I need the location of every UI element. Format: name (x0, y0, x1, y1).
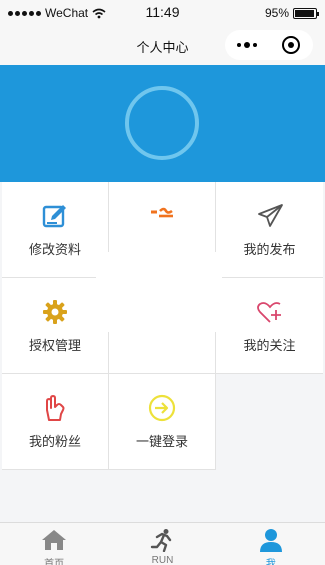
feedback-icon (151, 207, 173, 218)
menu-label: 一键登录 (135, 434, 188, 449)
more-icon (237, 42, 257, 48)
menu-label: 我的发布 (243, 242, 296, 257)
menu-my-follows[interactable]: 我的关注 (216, 278, 323, 374)
heart-plus-icon (256, 302, 281, 323)
menu-quick-login[interactable]: 一键登录 (109, 374, 216, 470)
tab-label: 我 (265, 559, 276, 565)
login-arrow-icon (148, 394, 176, 422)
menu-my-posts[interactable]: 我的发布 (216, 182, 323, 278)
person-icon (259, 529, 282, 552)
tab-label: RUN (151, 555, 174, 565)
menu-label: 修改资料 (28, 242, 81, 257)
menu-label: 我的关注 (243, 338, 296, 353)
menu-authorization[interactable]: 授权管理 (2, 278, 109, 374)
home-icon (42, 530, 67, 550)
profile-banner (0, 65, 325, 182)
hand-icon (46, 395, 65, 421)
menu-my-fans[interactable]: 我的粉丝 (2, 374, 109, 470)
tab-bar: 首页 RUN 我 (0, 522, 325, 565)
mini-program-capsule (225, 30, 313, 60)
avatar[interactable] (125, 86, 199, 160)
gear-icon (43, 300, 67, 324)
battery-icon (293, 7, 319, 19)
toast-overlay (96, 252, 222, 332)
close-icon (282, 36, 300, 54)
tab-label: 首页 (44, 559, 65, 565)
paper-plane-icon (257, 204, 283, 227)
battery-percent: 95% (264, 6, 289, 20)
close-button[interactable] (269, 30, 313, 60)
nav-bar: 个人中心 (0, 27, 325, 65)
menu-edit-profile[interactable]: 修改资料 (2, 182, 109, 278)
tab-run[interactable]: RUN (108, 523, 216, 565)
runner-icon (151, 529, 172, 552)
more-button[interactable] (225, 30, 269, 60)
edit-profile-icon (42, 205, 66, 228)
status-bar: WeChat 11:49 95% (0, 0, 325, 27)
menu-label: 授权管理 (28, 338, 81, 353)
status-right: 95% (264, 6, 319, 20)
tab-home[interactable]: 首页 (0, 523, 108, 565)
tab-me[interactable]: 我 (217, 523, 325, 565)
menu-label: 我的粉丝 (28, 434, 81, 449)
